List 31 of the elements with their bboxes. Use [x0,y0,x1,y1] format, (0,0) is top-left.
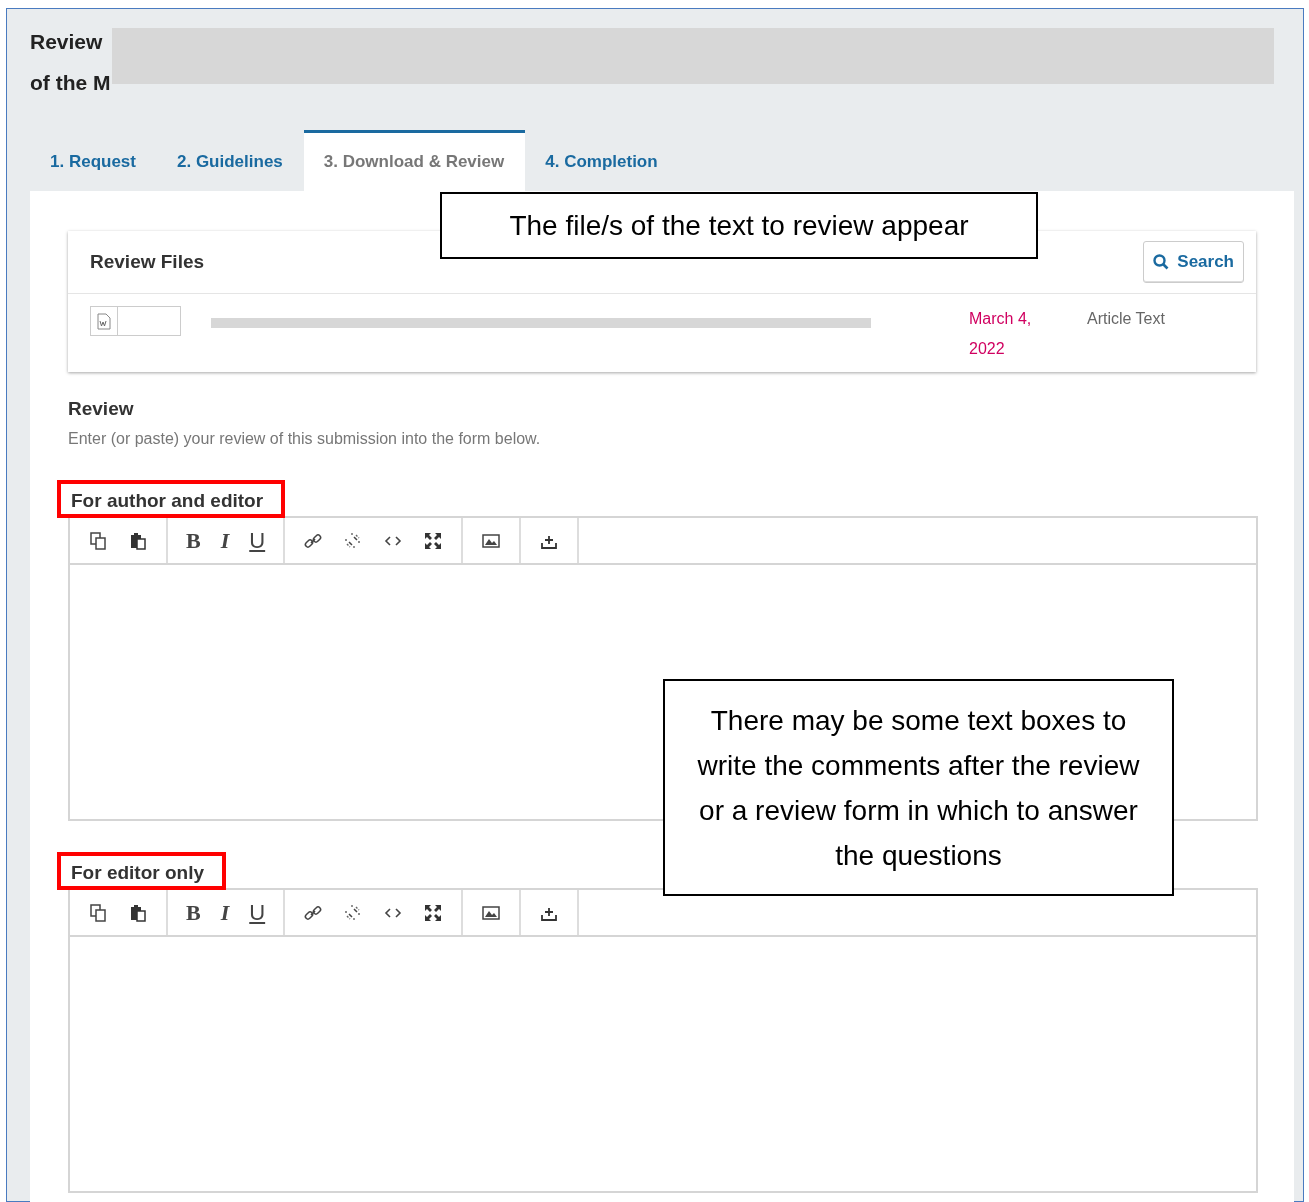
bold-button[interactable]: B [176,897,211,928]
panel-heading: Review Files [90,251,205,273]
annotation-callout: The file/s of the text to review appear [440,192,1038,259]
section-description: Enter (or paste) your review of this submission into the form below. [68,430,542,448]
annotation-callout: There may be some text boxes to write the comments after the review or a review form in which to answer the questions [663,679,1174,896]
step-tab[interactable]: 4. Completion [525,130,679,191]
step-tab[interactable]: 1. Request [30,130,157,191]
fullscreen-icon[interactable] [423,530,444,551]
step-tab[interactable]: 2. Guidelines [157,130,304,191]
search-button[interactable]: Search [1143,241,1244,283]
field-label: For author and editor [57,480,286,518]
italic-button[interactable]: I [210,897,240,928]
page-title: Review [30,29,103,55]
underline-button[interactable]: U [239,525,276,556]
paste-icon[interactable] [128,902,148,923]
file-number-cell [118,306,181,336]
field-label: For editor only [57,852,226,890]
document-icon [90,306,118,336]
step-tab[interactable]: 3. Download & Review [303,130,526,191]
section-heading: Review [68,398,135,420]
bold-button[interactable]: B [176,525,211,556]
copy-icon[interactable] [88,902,108,923]
paste-icon[interactable] [128,530,148,551]
copy-icon[interactable] [88,530,108,551]
page-title: of the M [30,70,111,96]
underline-button[interactable]: U [239,897,276,928]
fullscreen-icon[interactable] [423,902,444,923]
file-type: Article Text [1087,309,1166,329]
search-icon [1153,254,1170,270]
italic-button[interactable]: I [210,525,240,556]
file-date: March 4, 2022 [969,309,1033,359]
